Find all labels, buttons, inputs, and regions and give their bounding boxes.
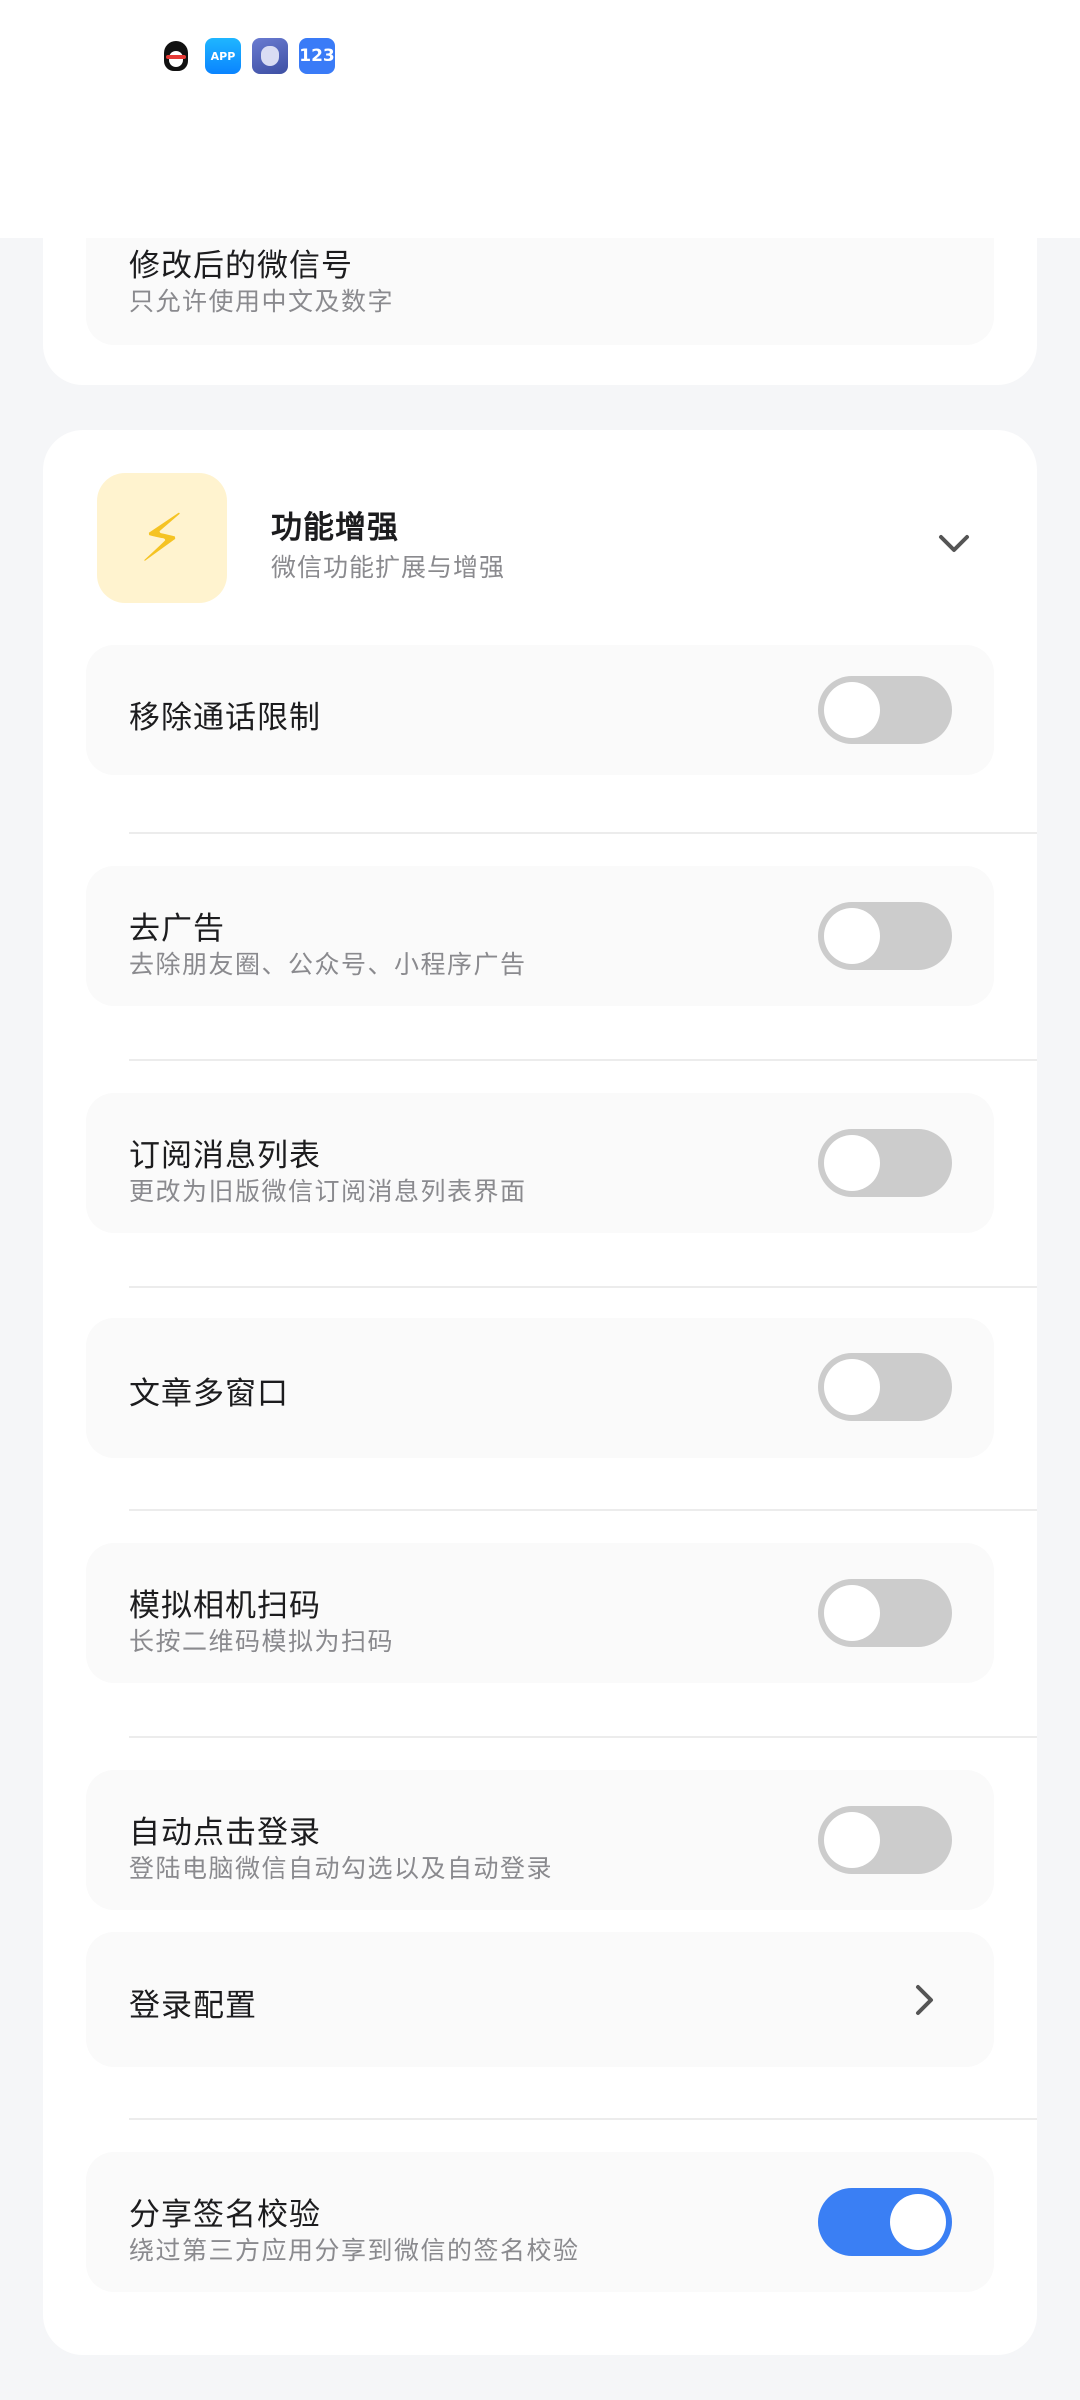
divider — [129, 1286, 1037, 1288]
share-signature-toggle[interactable] — [818, 2188, 952, 2256]
chevron-down-icon[interactable] — [935, 524, 973, 562]
subscription-list-toggle[interactable] — [818, 1129, 952, 1197]
list-item[interactable]: 分享签名校验 绕过第三方应用分享到微信的签名校验 — [86, 2152, 994, 2292]
list-item[interactable]: 登录配置 — [86, 1932, 994, 2067]
app-123-icon: 123 — [299, 38, 335, 74]
row-subtitle: 只允许使用中文及数字 — [129, 287, 395, 316]
qq-penguin-icon — [158, 38, 194, 74]
notification-icons: APP 123 — [158, 38, 335, 74]
list-item[interactable]: 去广告 去除朋友圈、公众号、小程序广告 — [86, 866, 994, 1006]
remove-call-limit-toggle[interactable] — [818, 676, 952, 744]
row-title: 订阅消息列表 — [129, 1138, 321, 1174]
row-title: 模拟相机扫码 — [129, 1588, 321, 1624]
row-title: 文章多窗口 — [129, 1376, 289, 1412]
auto-login-toggle[interactable] — [818, 1806, 952, 1874]
divider — [129, 1059, 1037, 1061]
status-bar: APP 123 — [0, 0, 1080, 238]
avatar-app-icon — [252, 38, 288, 74]
divider — [129, 2118, 1037, 2120]
row-title: 去广告 — [129, 911, 225, 947]
row-title: 移除通话限制 — [129, 700, 321, 736]
feature-enhance-card: ⚡ 功能增强 微信功能扩展与增强 移除通话限制 去广告 去除朋友圈、公众号、小程… — [43, 430, 1037, 2355]
row-subtitle: 去除朋友圈、公众号、小程序广告 — [129, 950, 527, 979]
chevron-right-icon — [916, 1985, 933, 2015]
section-subtitle: 微信功能扩展与增强 — [271, 553, 506, 582]
section-title: 功能增强 — [271, 510, 399, 546]
row-subtitle: 更改为旧版微信订阅消息列表界面 — [129, 1177, 527, 1206]
divider — [129, 1509, 1037, 1511]
list-item[interactable]: 订阅消息列表 更改为旧版微信订阅消息列表界面 — [86, 1093, 994, 1233]
row-subtitle: 长按二维码模拟为扫码 — [129, 1627, 395, 1656]
list-item[interactable]: 自动点击登录 登陆电脑微信自动勾选以及自动登录 — [86, 1770, 994, 1910]
row-title: 分享签名校验 — [129, 2197, 321, 2233]
row-subtitle: 绕过第三方应用分享到微信的签名校验 — [129, 2236, 580, 2265]
row-title: 修改后的微信号 — [129, 248, 353, 284]
divider — [129, 832, 1037, 834]
list-item[interactable]: 模拟相机扫码 长按二维码模拟为扫码 — [86, 1543, 994, 1683]
lightning-icon: ⚡ — [97, 473, 227, 603]
divider — [129, 1736, 1037, 1738]
camera-scan-toggle[interactable] — [818, 1579, 952, 1647]
row-title: 自动点击登录 — [129, 1815, 321, 1851]
app-store-icon: APP — [205, 38, 241, 74]
row-subtitle: 登陆电脑微信自动勾选以及自动登录 — [129, 1854, 554, 1883]
list-item[interactable]: 移除通话限制 — [86, 645, 994, 775]
list-item[interactable]: 文章多窗口 — [86, 1318, 994, 1458]
remove-ads-toggle[interactable] — [818, 902, 952, 970]
row-title: 登录配置 — [129, 1988, 257, 2024]
article-multiwindow-toggle[interactable] — [818, 1353, 952, 1421]
